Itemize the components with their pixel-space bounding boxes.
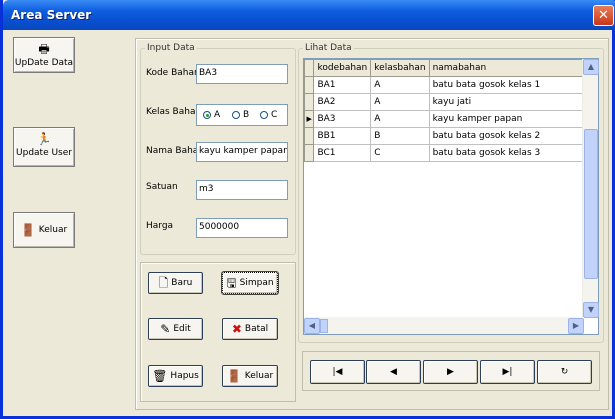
nama-bahan-field[interactable]: kayu kamper papan xyxy=(196,142,288,162)
table-row[interactable]: BA1 A batu bata gosok kelas 1 xyxy=(303,76,599,94)
printer-icon: 🖶 xyxy=(38,42,50,56)
table-cell[interactable]: A xyxy=(370,76,430,94)
update-data-label: UpDate Data xyxy=(14,58,74,68)
edit-label: Edit xyxy=(173,324,191,334)
column-header-kelasbahan[interactable]: kelasbahan xyxy=(370,59,430,77)
table-cell[interactable]: batu bata gosok kelas 2 xyxy=(429,127,599,145)
row-indicator xyxy=(303,144,315,162)
radio-b-label: B xyxy=(243,110,250,120)
harga-label: Harga xyxy=(146,221,174,231)
radio-a-label: A xyxy=(214,110,221,120)
vertical-scroll-thumb[interactable] xyxy=(584,129,598,279)
title-bar[interactable]: Area Server ✕ xyxy=(3,0,615,30)
close-button[interactable]: ✕ xyxy=(593,5,614,26)
radio-c-label: C xyxy=(271,110,278,120)
radio-a[interactable]: A xyxy=(203,110,220,120)
radio-c[interactable]: C xyxy=(260,110,277,120)
first-record-button[interactable]: |◀ xyxy=(310,360,365,384)
table-cell[interactable]: batu bata gosok kelas 3 xyxy=(429,144,599,162)
row-indicator-header xyxy=(303,59,315,77)
current-row-indicator: ▶ xyxy=(303,110,315,128)
sidebar-keluar-button[interactable]: 🚪 Keluar xyxy=(13,212,75,248)
simpan-button[interactable]: 🖫 Simpan xyxy=(221,271,279,295)
table-cell[interactable]: B xyxy=(370,127,430,145)
table-cell[interactable]: BB1 xyxy=(313,127,372,145)
table-cell[interactable]: A xyxy=(370,110,430,128)
simpan-label: Simpan xyxy=(239,278,274,288)
table-cell[interactable]: C xyxy=(370,144,430,162)
edit-button[interactable]: ✎ Edit xyxy=(148,318,203,340)
table-header-row: kodebahan kelasbahan namabahan xyxy=(303,59,599,77)
previous-record-button[interactable]: ◀ xyxy=(366,360,421,384)
table-row[interactable]: BB1 B batu bata gosok kelas 2 xyxy=(303,127,599,145)
radio-a-dot xyxy=(203,111,211,119)
table-cell[interactable]: BA1 xyxy=(313,76,372,94)
horizontal-scroll-thumb[interactable] xyxy=(320,319,328,333)
keluar-button[interactable]: 🚪 Keluar xyxy=(222,365,278,387)
refresh-button[interactable]: ↻ xyxy=(537,360,592,384)
table-row[interactable]: BA2 A kayu jati xyxy=(303,93,599,111)
table-cell[interactable]: batu bata gosok kelas 1 xyxy=(429,76,599,94)
hapus-button[interactable]: 🗑 Hapus xyxy=(148,365,203,387)
table-row[interactable]: ▶ BA3 A kayu kamper papan xyxy=(303,110,599,128)
record-navigator: |◀ ◀ ▶ ▶| ↻ xyxy=(302,351,600,391)
user-run-icon: 🏃 xyxy=(36,132,52,146)
scroll-up-icon[interactable]: ▲ xyxy=(583,59,599,75)
update-user-label: Update User xyxy=(16,148,72,158)
scroll-left-icon[interactable]: ◀ xyxy=(304,318,320,334)
new-document-icon: 🗋 xyxy=(158,276,169,290)
kelas-bahan-radio-group: A B C xyxy=(196,104,288,126)
table-cell[interactable]: BC1 xyxy=(313,144,372,162)
input-data-legend: Input Data xyxy=(147,43,195,53)
row-indicator xyxy=(303,93,315,111)
radio-c-dot xyxy=(260,111,268,119)
lihat-data-legend: Lihat Data xyxy=(305,43,352,53)
edit-icon: ✎ xyxy=(160,322,171,336)
column-header-kodebahan[interactable]: kodebahan xyxy=(313,59,372,77)
scroll-down-icon[interactable]: ▼ xyxy=(583,302,599,318)
data-table: kodebahan kelasbahan namabahan BA1 A bat… xyxy=(303,59,599,162)
update-user-button[interactable]: 🏃 Update User xyxy=(13,127,75,167)
sidebar-keluar-label: Keluar xyxy=(38,225,68,235)
row-indicator xyxy=(303,76,315,94)
kode-bahan-label: Kode Bahan xyxy=(146,68,200,78)
exit-door-icon: 🚪 xyxy=(20,222,36,237)
last-record-button[interactable]: ▶| xyxy=(480,360,535,384)
table-cell[interactable]: A xyxy=(370,93,430,111)
window-title: Area Server xyxy=(11,8,92,22)
table-cell[interactable]: kayu jati xyxy=(429,93,599,111)
baru-button[interactable]: 🗋 Baru xyxy=(148,272,203,294)
cancel-x-icon: ✖ xyxy=(231,322,242,336)
satuan-label: Satuan xyxy=(146,182,178,192)
kode-bahan-field[interactable]: BA3 xyxy=(196,64,288,84)
table-row[interactable]: BC1 C batu bata gosok kelas 3 xyxy=(303,144,599,162)
table-cell[interactable]: BA2 xyxy=(313,93,372,111)
radio-b[interactable]: B xyxy=(232,110,249,120)
batal-button[interactable]: ✖ Batal xyxy=(222,318,278,340)
kelas-bahan-label: Kelas Bahan xyxy=(146,107,202,117)
vertical-scrollbar[interactable]: ▲ ▼ xyxy=(582,59,599,318)
baru-label: Baru xyxy=(171,278,193,288)
table-cell[interactable]: kayu kamper papan xyxy=(429,110,599,128)
next-record-button[interactable]: ▶ xyxy=(423,360,478,384)
batal-label: Batal xyxy=(244,324,269,334)
row-indicator xyxy=(303,127,315,145)
exit-door-icon: 🚪 xyxy=(226,369,242,383)
satuan-field[interactable]: m3 xyxy=(196,180,288,200)
save-icon: 🖫 xyxy=(226,276,237,290)
keluar-label: Keluar xyxy=(244,371,274,381)
harga-field[interactable]: 5000000 xyxy=(196,218,288,238)
horizontal-scrollbar[interactable]: ◀ ▶ xyxy=(304,317,584,334)
delete-icon: 🗑 xyxy=(152,369,168,383)
data-grid[interactable]: kodebahan kelasbahan namabahan BA1 A bat… xyxy=(303,58,599,335)
scroll-right-icon[interactable]: ▶ xyxy=(568,318,584,334)
app-window: Area Server ✕ 🖶 UpDate Data 🏃 Update Use… xyxy=(0,0,615,419)
update-data-button[interactable]: 🖶 UpDate Data xyxy=(13,37,75,73)
column-header-namabahan[interactable]: namabahan xyxy=(428,59,599,77)
hapus-label: Hapus xyxy=(170,371,199,381)
table-cell[interactable]: BA3 xyxy=(313,110,372,128)
radio-b-dot xyxy=(232,111,240,119)
